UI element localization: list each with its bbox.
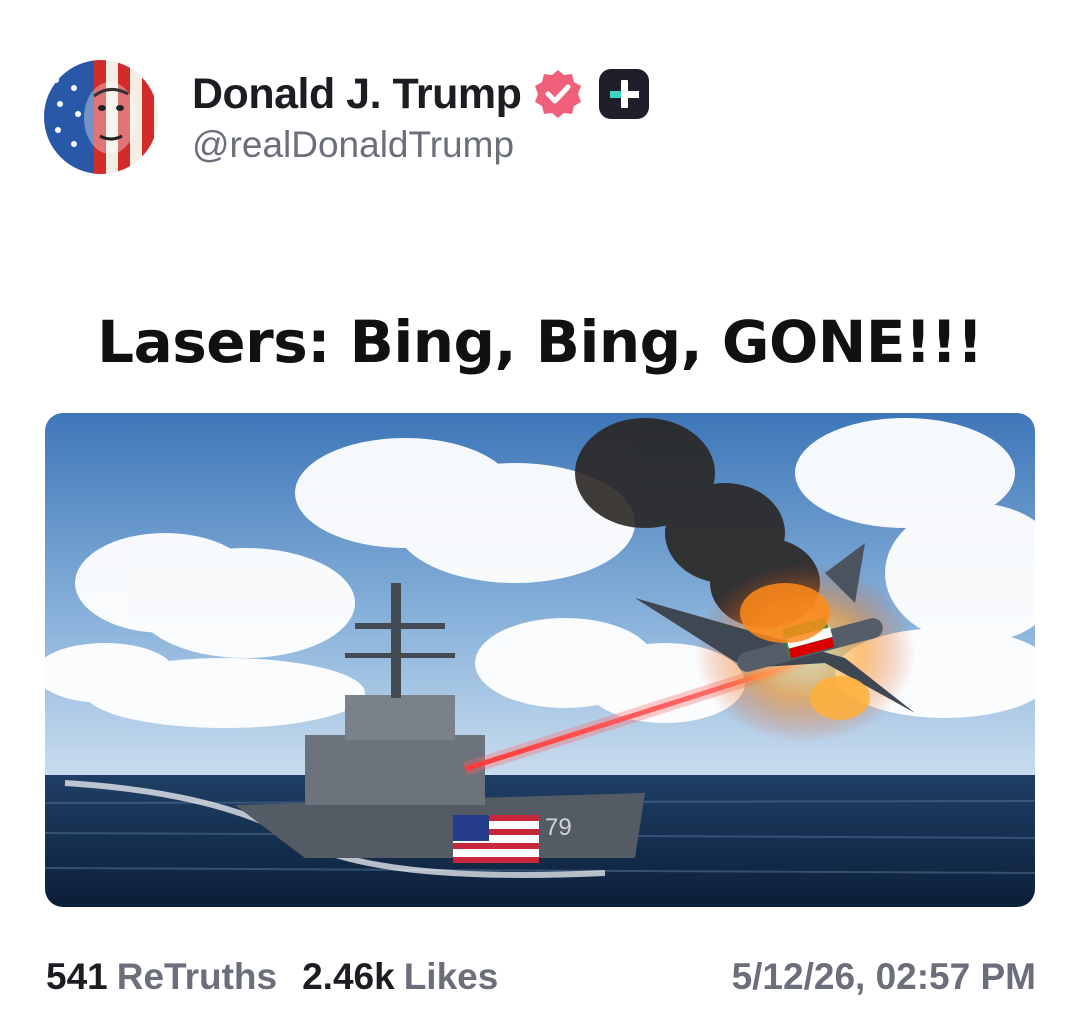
ship-hull-number: 79 [545,814,572,841]
name-row: Donald J. Trump [192,64,651,124]
post-header: Donald J. Trump @realDonaldTrump [44,60,1044,180]
post-media-image[interactable]: 79 [45,413,1035,907]
post-title: Lasers: Bing, Bing, GONE!!! [97,308,983,376]
author-handle[interactable]: @realDonaldTrump [192,124,514,166]
likes-count[interactable]: 2.46k [302,956,395,998]
display-name[interactable]: Donald J. Trump [192,70,522,119]
verified-badge-icon [531,67,585,121]
truth-plus-icon [597,67,651,121]
likes-label[interactable]: Likes [404,956,499,998]
post-timestamp[interactable]: 5/12/26, 02:57 PM [732,952,1036,1002]
retruths-label[interactable]: ReTruths [117,956,277,998]
post-stats: 541 ReTruths 2.46k Likes [46,952,498,1002]
avatar[interactable] [44,60,158,174]
retruths-count[interactable]: 541 [46,956,108,998]
